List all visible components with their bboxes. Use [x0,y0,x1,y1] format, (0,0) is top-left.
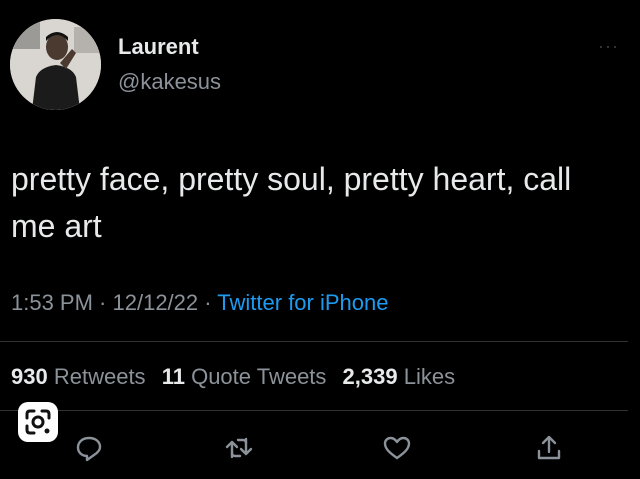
retweets-count: 930 [11,364,48,389]
share-button[interactable] [532,431,566,465]
divider [0,341,628,342]
display-name[interactable]: Laurent [118,34,199,60]
quote-tweets-stat[interactable]: 11 Quote Tweets [162,364,327,389]
engagement-stats: 930 Retweets 11 Quote Tweets 2,339 Likes [11,364,465,390]
quote-tweets-count: 11 [161,364,185,389]
likes-label: Likes [403,364,456,389]
quote-tweets-label: Quote Tweets [191,364,327,389]
user-handle[interactable]: @kakesus [118,69,221,95]
tweet-time: 1:53 PM [11,290,93,315]
more-options-icon[interactable]: ··· [598,36,619,57]
tweet-source-link[interactable]: Twitter for iPhone [217,290,388,315]
like-button[interactable] [380,431,414,465]
lens-overlay-icon[interactable] [18,402,58,442]
likes-count: 2,339 [342,364,398,389]
meta-separator: · [198,290,218,315]
retweets-label: Retweets [53,364,146,389]
avatar[interactable] [10,19,101,110]
divider [0,410,628,411]
avatar-photo [10,19,101,110]
tweet-date: 12/12/22 [112,290,199,315]
share-icon [537,435,561,460]
tweet-metadata: 1:53 PM · 12/12/22 · Twitter for iPhone [11,290,388,316]
retweets-stat[interactable]: 930 Retweets [11,364,146,389]
retweet-icon [225,437,253,459]
retweet-button[interactable] [222,431,256,465]
reply-button[interactable] [72,431,106,465]
tweet-text: pretty face, pretty soul, pretty heart, … [11,161,572,244]
meta-separator: · [92,290,113,315]
like-icon [383,436,411,460]
likes-stat[interactable]: 2,339 Likes [343,364,456,389]
reply-icon [76,436,102,462]
